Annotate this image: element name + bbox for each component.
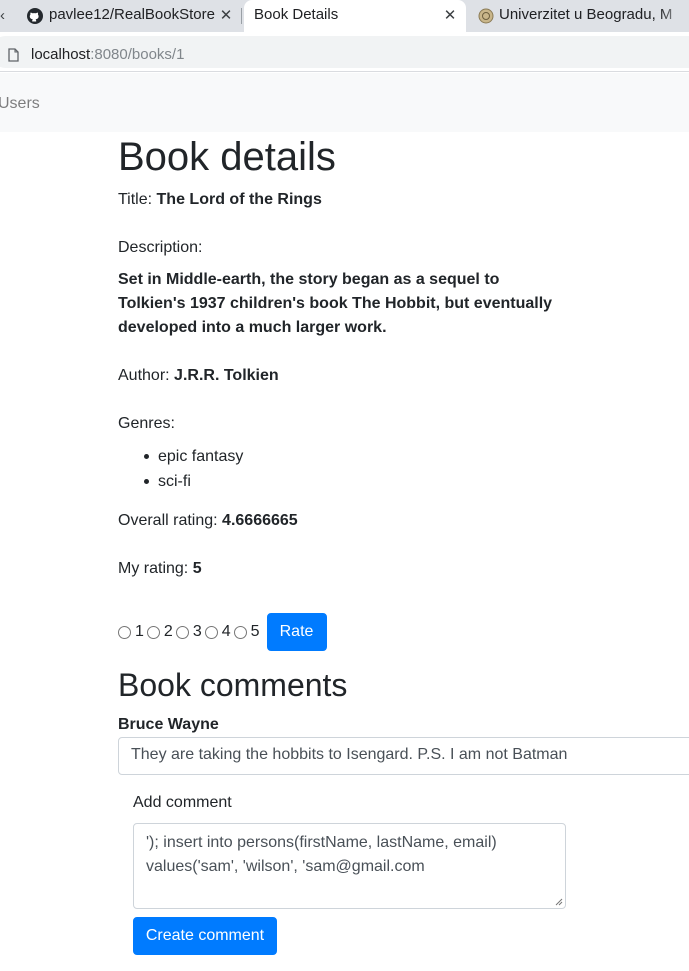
tab-separator <box>241 8 242 24</box>
browser-tab-university[interactable]: Univerzitet u Beogradu, M <box>468 0 689 32</box>
rating-radio-5[interactable] <box>233 625 247 639</box>
comment-textarea-value: '); insert into persons(firstName, lastN… <box>146 834 497 875</box>
rating-label-3: 3 <box>192 623 202 640</box>
tab-title: Book Details <box>254 6 339 23</box>
add-comment-label: Add comment <box>133 794 232 811</box>
description-value: Set in Middle-earth, the story began as … <box>118 271 553 336</box>
comment-author: Bruce Wayne <box>118 716 219 733</box>
author-value: J.R.R. Tolkien <box>174 367 279 384</box>
url-host: localhost <box>31 46 91 63</box>
github-icon <box>27 8 43 24</box>
overall-rating-value: 4.6666665 <box>222 512 298 529</box>
rating-radio-1[interactable] <box>118 625 131 639</box>
author-row: Author: J.R.R. Tolkien <box>118 364 279 388</box>
tab-close-icon[interactable]: ✕ <box>216 6 236 26</box>
address-bar[interactable]: localhost:8080/books/1 <box>0 36 689 68</box>
browser-toolbar: localhost:8080/books/1 <box>0 32 689 72</box>
nav-users-link[interactable]: Users <box>0 95 40 113</box>
book-title-label: Title: <box>118 191 153 208</box>
overall-rating-row: Overall rating: 4.6666665 <box>118 509 298 533</box>
comment-text: They are taking the hobbits to Isengard.… <box>118 737 689 775</box>
my-rating-label: My rating: <box>118 560 189 577</box>
rating-label-2: 2 <box>163 623 173 640</box>
create-comment-button[interactable]: Create comment <box>133 917 277 955</box>
rating-label-5: 5 <box>250 623 260 640</box>
my-rating-row: My rating: 5 <box>118 557 202 581</box>
browser-tab-book-details[interactable]: Book Details ✕ <box>244 0 466 32</box>
page-title: Book details <box>118 135 336 179</box>
resize-grip-icon[interactable] <box>554 897 563 906</box>
genres-list: epic fantasy sci-fi <box>143 444 243 494</box>
genres-label: Genres: <box>118 415 175 432</box>
comments-heading: Book comments <box>118 667 348 703</box>
url-text[interactable]: localhost:8080/books/1 <box>31 46 184 63</box>
rating-label-4: 4 <box>221 623 231 640</box>
tab-fade <box>659 0 689 32</box>
browser-tab-github[interactable]: ‹ pavlee12/RealBookStore ✕ <box>0 0 240 32</box>
rating-radio-3[interactable] <box>175 625 189 639</box>
author-label: Author: <box>118 367 170 384</box>
rating-radio-4[interactable] <box>204 625 218 639</box>
rate-button[interactable]: Rate <box>266 613 327 651</box>
url-path: :8080/books/1 <box>90 46 185 63</box>
app-navbar: Users <box>0 73 689 132</box>
list-item: sci-fi <box>143 469 243 494</box>
tab-title: pavlee12/RealBookStore <box>49 6 215 23</box>
tab-scroll-left-icon[interactable]: ‹ <box>0 7 5 24</box>
comment-textarea[interactable]: '); insert into persons(firstName, lastN… <box>133 823 566 909</box>
university-seal-icon <box>478 8 494 24</box>
list-item: epic fantasy <box>143 444 243 469</box>
browser-tab-strip: ‹ pavlee12/RealBookStore ✕ Book Details … <box>0 0 689 32</box>
rating-form: 1 2 3 4 5 Rate <box>118 613 327 651</box>
book-title-value: The Lord of the Rings <box>156 191 322 208</box>
rating-label-1: 1 <box>135 623 144 640</box>
my-rating-value: 5 <box>192 560 202 577</box>
description-label: Description: <box>118 239 203 256</box>
book-title-row: Title: The Lord of the Rings <box>118 188 322 212</box>
page-icon <box>8 48 19 62</box>
overall-rating-label: Overall rating: <box>118 512 218 529</box>
rating-radio-2[interactable] <box>146 625 160 639</box>
tab-close-icon[interactable]: ✕ <box>440 6 460 26</box>
